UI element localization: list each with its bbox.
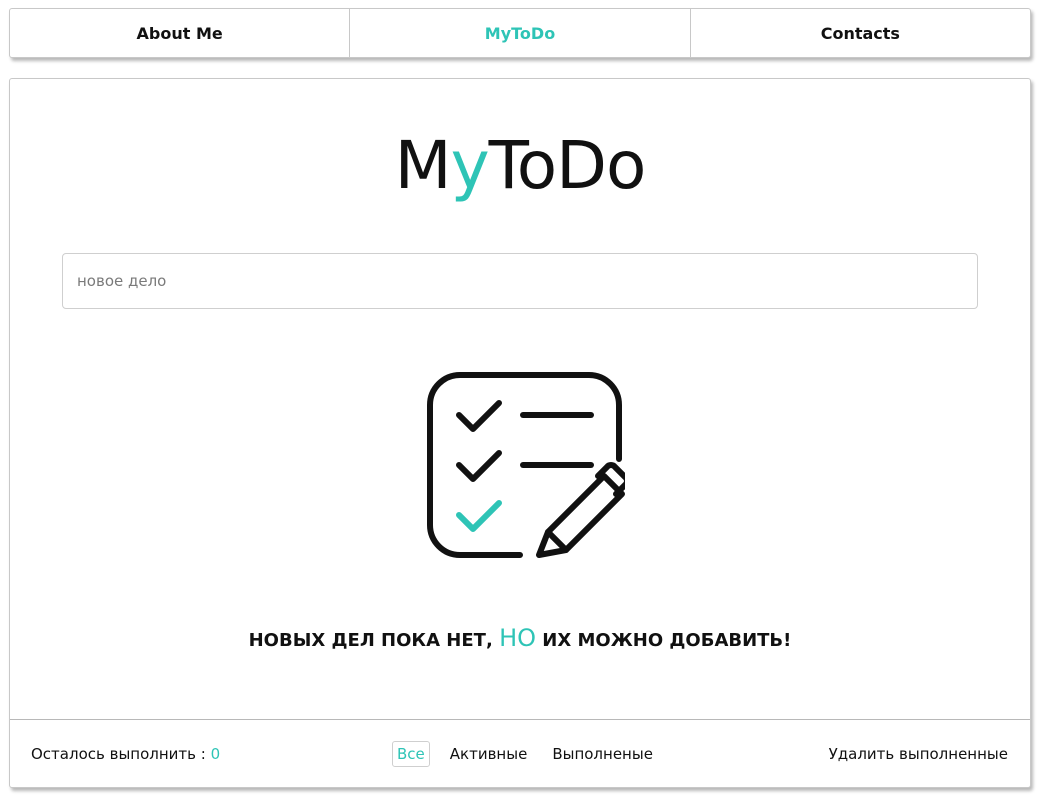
filter-completed[interactable]: Выполненые — [547, 741, 658, 767]
empty-text-before: НОВЫХ ДЕЛ ПОКА НЕТ, — [248, 630, 493, 651]
clear-completed-button[interactable]: Удалить выполненные — [829, 745, 1008, 763]
checklist-pencil-icon — [427, 372, 625, 558]
done-check-mark — [456, 500, 502, 532]
logo-part-2: ToDo — [488, 127, 647, 204]
empty-text-after: ИХ МОЖНО ДОБАВИТЬ! — [542, 630, 792, 651]
top-nav: About Me MyToDo Contacts — [9, 8, 1031, 58]
todo-card: MyToDo НОВЫХ ДЕЛ ПОКА НЕТ, НО ИХ МОЖНО Д… — [9, 78, 1031, 788]
nav-mytodo[interactable]: MyToDo — [349, 9, 689, 57]
remaining-counter: Осталось выполнить : 0 — [31, 745, 220, 763]
logo-part-1: M — [394, 127, 452, 204]
empty-text-accent: НО — [499, 624, 537, 652]
filter-all[interactable]: Все — [392, 741, 430, 767]
remaining-count: 0 — [210, 745, 221, 763]
nav-about-me[interactable]: About Me — [10, 9, 349, 57]
new-task-input[interactable] — [62, 253, 978, 309]
filter-active[interactable]: Активные — [445, 741, 533, 767]
nav-contacts[interactable]: Contacts — [689, 9, 1030, 57]
remaining-label: Осталось выполнить : — [31, 745, 206, 763]
todo-footer: Осталось выполнить : 0 Все Активные Выпо… — [10, 719, 1030, 788]
filter-group: Все Активные Выполненые — [392, 741, 673, 767]
app-logo: MyToDo — [10, 133, 1030, 199]
logo-accent: y — [450, 127, 490, 204]
empty-state-message: НОВЫХ ДЕЛ ПОКА НЕТ, НО ИХ МОЖНО ДОБАВИТЬ… — [10, 624, 1030, 652]
